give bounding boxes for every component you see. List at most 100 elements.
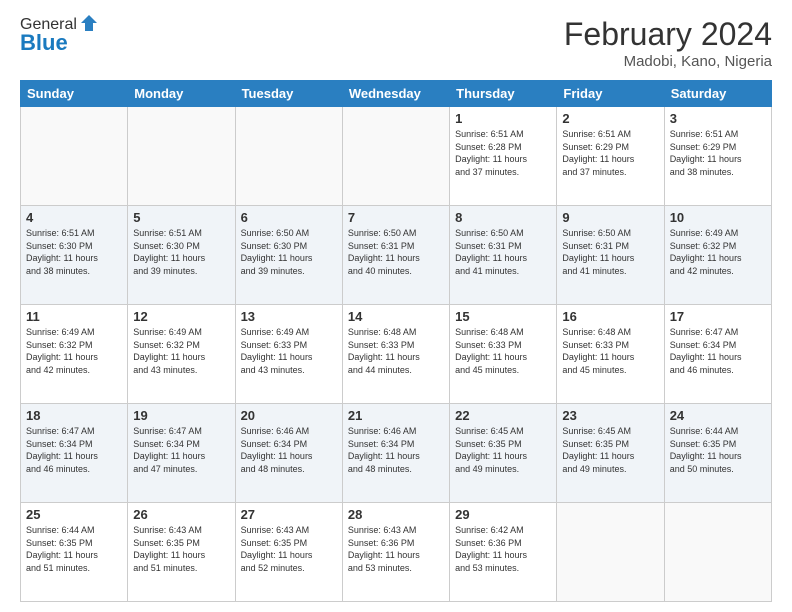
day-info: Sunrise: 6:43 AM Sunset: 6:35 PM Dayligh… <box>133 524 229 574</box>
day-cell: 3 Sunrise: 6:51 AM Sunset: 6:29 PM Daylig… <box>664 107 771 206</box>
day-cell: 16 Sunrise: 6:48 AM Sunset: 6:33 PM Dayli… <box>557 305 664 404</box>
day-cell: 10 Sunrise: 6:49 AM Sunset: 6:32 PM Dayli… <box>664 206 771 305</box>
col-tuesday: Tuesday <box>235 81 342 107</box>
calendar-title: February 2024 <box>564 16 772 53</box>
day-number: 18 <box>26 408 122 423</box>
col-sunday: Sunday <box>21 81 128 107</box>
day-info: Sunrise: 6:47 AM Sunset: 6:34 PM Dayligh… <box>133 425 229 475</box>
day-number: 7 <box>348 210 444 225</box>
day-number: 15 <box>455 309 551 324</box>
day-number: 16 <box>562 309 658 324</box>
col-wednesday: Wednesday <box>342 81 449 107</box>
day-cell: 27Sunrise: 6:43 AM Sunset: 6:35 PM Dayli… <box>235 503 342 602</box>
day-number: 8 <box>455 210 551 225</box>
day-info: Sunrise: 6:44 AM Sunset: 6:35 PM Dayligh… <box>26 524 122 574</box>
page: General Blue February 2024 Madobi, Kano,… <box>0 0 792 612</box>
day-info: Sunrise: 6:49 AM Sunset: 6:32 PM Dayligh… <box>670 227 766 277</box>
day-cell: 15 Sunrise: 6:48 AM Sunset: 6:33 PM Dayli… <box>450 305 557 404</box>
day-number: 28 <box>348 507 444 522</box>
day-info: Sunrise: 6:51 AM Sunset: 6:30 PM Dayligh… <box>133 227 229 277</box>
day-cell: 19Sunrise: 6:47 AM Sunset: 6:34 PM Dayli… <box>128 404 235 503</box>
day-number: 24 <box>670 408 766 423</box>
day-info: Sunrise: 6:50 AM Sunset: 6:31 PM Dayligh… <box>562 227 658 277</box>
day-info: Sunrise: 6:47 AM Sunset: 6:34 PM Dayligh… <box>670 326 766 376</box>
calendar-table: Sunday Monday Tuesday Wednesday Thursday… <box>20 80 772 602</box>
day-cell: 1 Sunrise: 6:51 AM Sunset: 6:28 PM Daylig… <box>450 107 557 206</box>
day-cell: 11 Sunrise: 6:49 AM Sunset: 6:32 PM Dayli… <box>21 305 128 404</box>
day-cell: 2 Sunrise: 6:51 AM Sunset: 6:29 PM Daylig… <box>557 107 664 206</box>
logo: General Blue <box>20 16 99 56</box>
day-number: 14 <box>348 309 444 324</box>
day-info: Sunrise: 6:46 AM Sunset: 6:34 PM Dayligh… <box>348 425 444 475</box>
day-info: Sunrise: 6:50 AM Sunset: 6:31 PM Dayligh… <box>455 227 551 277</box>
week-row-2: 4 Sunrise: 6:51 AM Sunset: 6:30 PM Daylig… <box>21 206 772 305</box>
day-cell: 22 Sunrise: 6:45 AM Sunset: 6:35 PM Dayli… <box>450 404 557 503</box>
week-row-5: 25 Sunrise: 6:44 AM Sunset: 6:35 PM Dayli… <box>21 503 772 602</box>
day-info: Sunrise: 6:46 AM Sunset: 6:34 PM Dayligh… <box>241 425 337 475</box>
day-number: 12 <box>133 309 229 324</box>
day-number: 27 <box>241 507 337 522</box>
day-number: 22 <box>455 408 551 423</box>
day-cell: 12 Sunrise: 6:49 AM Sunset: 6:32 PM Dayli… <box>128 305 235 404</box>
col-friday: Friday <box>557 81 664 107</box>
day-cell: 28 Sunrise: 6:43 AM Sunset: 6:36 PM Dayli… <box>342 503 449 602</box>
day-cell: 6Sunrise: 6:50 AM Sunset: 6:30 PM Daylig… <box>235 206 342 305</box>
day-number: 17 <box>670 309 766 324</box>
header-row: Sunday Monday Tuesday Wednesday Thursday… <box>21 81 772 107</box>
week-row-4: 18 Sunrise: 6:47 AM Sunset: 6:34 PM Dayli… <box>21 404 772 503</box>
day-cell <box>342 107 449 206</box>
day-cell: 17 Sunrise: 6:47 AM Sunset: 6:34 PM Dayli… <box>664 305 771 404</box>
logo-blue-text: Blue <box>20 30 99 56</box>
day-cell: 18Sunrise: 6:47 AM Sunset: 6:34 PM Dayli… <box>21 404 128 503</box>
day-number: 23 <box>562 408 658 423</box>
day-info: Sunrise: 6:48 AM Sunset: 6:33 PM Dayligh… <box>455 326 551 376</box>
day-number: 20 <box>241 408 337 423</box>
day-number: 13 <box>241 309 337 324</box>
day-info: Sunrise: 6:51 AM Sunset: 6:29 PM Dayligh… <box>562 128 658 178</box>
day-cell: 5 Sunrise: 6:51 AM Sunset: 6:30 PM Daylig… <box>128 206 235 305</box>
day-cell: 8 Sunrise: 6:50 AM Sunset: 6:31 PM Daylig… <box>450 206 557 305</box>
day-cell: 25 Sunrise: 6:44 AM Sunset: 6:35 PM Dayli… <box>21 503 128 602</box>
day-info: Sunrise: 6:50 AM Sunset: 6:31 PM Dayligh… <box>348 227 444 277</box>
day-number: 25 <box>26 507 122 522</box>
day-cell: 24 Sunrise: 6:44 AM Sunset: 6:35 PM Dayli… <box>664 404 771 503</box>
day-cell <box>557 503 664 602</box>
day-info: Sunrise: 6:42 AM Sunset: 6:36 PM Dayligh… <box>455 524 551 574</box>
day-info: Sunrise: 6:43 AM Sunset: 6:36 PM Dayligh… <box>348 524 444 574</box>
day-number: 4 <box>26 210 122 225</box>
day-cell: 13Sunrise: 6:49 AM Sunset: 6:33 PM Dayli… <box>235 305 342 404</box>
day-cell <box>21 107 128 206</box>
day-cell: 14Sunrise: 6:48 AM Sunset: 6:33 PM Dayli… <box>342 305 449 404</box>
day-cell: 29 Sunrise: 6:42 AM Sunset: 6:36 PM Dayli… <box>450 503 557 602</box>
day-cell: 20 Sunrise: 6:46 AM Sunset: 6:34 PM Dayli… <box>235 404 342 503</box>
day-cell: 4Sunrise: 6:51 AM Sunset: 6:30 PM Daylig… <box>21 206 128 305</box>
week-row-1: 1 Sunrise: 6:51 AM Sunset: 6:28 PM Daylig… <box>21 107 772 206</box>
day-number: 1 <box>455 111 551 126</box>
col-monday: Monday <box>128 81 235 107</box>
day-cell: 21 Sunrise: 6:46 AM Sunset: 6:34 PM Dayli… <box>342 404 449 503</box>
day-info: Sunrise: 6:48 AM Sunset: 6:33 PM Dayligh… <box>562 326 658 376</box>
day-cell: 23Sunrise: 6:45 AM Sunset: 6:35 PM Dayli… <box>557 404 664 503</box>
day-number: 5 <box>133 210 229 225</box>
day-info: Sunrise: 6:50 AM Sunset: 6:30 PM Dayligh… <box>241 227 337 277</box>
day-cell: 26Sunrise: 6:43 AM Sunset: 6:35 PM Dayli… <box>128 503 235 602</box>
col-thursday: Thursday <box>450 81 557 107</box>
day-number: 11 <box>26 309 122 324</box>
day-number: 2 <box>562 111 658 126</box>
day-info: Sunrise: 6:49 AM Sunset: 6:32 PM Dayligh… <box>133 326 229 376</box>
day-cell: 7 Sunrise: 6:50 AM Sunset: 6:31 PM Daylig… <box>342 206 449 305</box>
day-number: 3 <box>670 111 766 126</box>
day-info: Sunrise: 6:45 AM Sunset: 6:35 PM Dayligh… <box>455 425 551 475</box>
day-info: Sunrise: 6:51 AM Sunset: 6:29 PM Dayligh… <box>670 128 766 178</box>
title-block: February 2024 Madobi, Kano, Nigeria <box>564 16 772 70</box>
day-number: 10 <box>670 210 766 225</box>
col-saturday: Saturday <box>664 81 771 107</box>
day-number: 21 <box>348 408 444 423</box>
day-number: 9 <box>562 210 658 225</box>
day-info: Sunrise: 6:49 AM Sunset: 6:32 PM Dayligh… <box>26 326 122 376</box>
day-info: Sunrise: 6:44 AM Sunset: 6:35 PM Dayligh… <box>670 425 766 475</box>
day-cell: 9 Sunrise: 6:50 AM Sunset: 6:31 PM Daylig… <box>557 206 664 305</box>
day-info: Sunrise: 6:51 AM Sunset: 6:28 PM Dayligh… <box>455 128 551 178</box>
header: General Blue February 2024 Madobi, Kano,… <box>20 16 772 70</box>
day-number: 29 <box>455 507 551 522</box>
